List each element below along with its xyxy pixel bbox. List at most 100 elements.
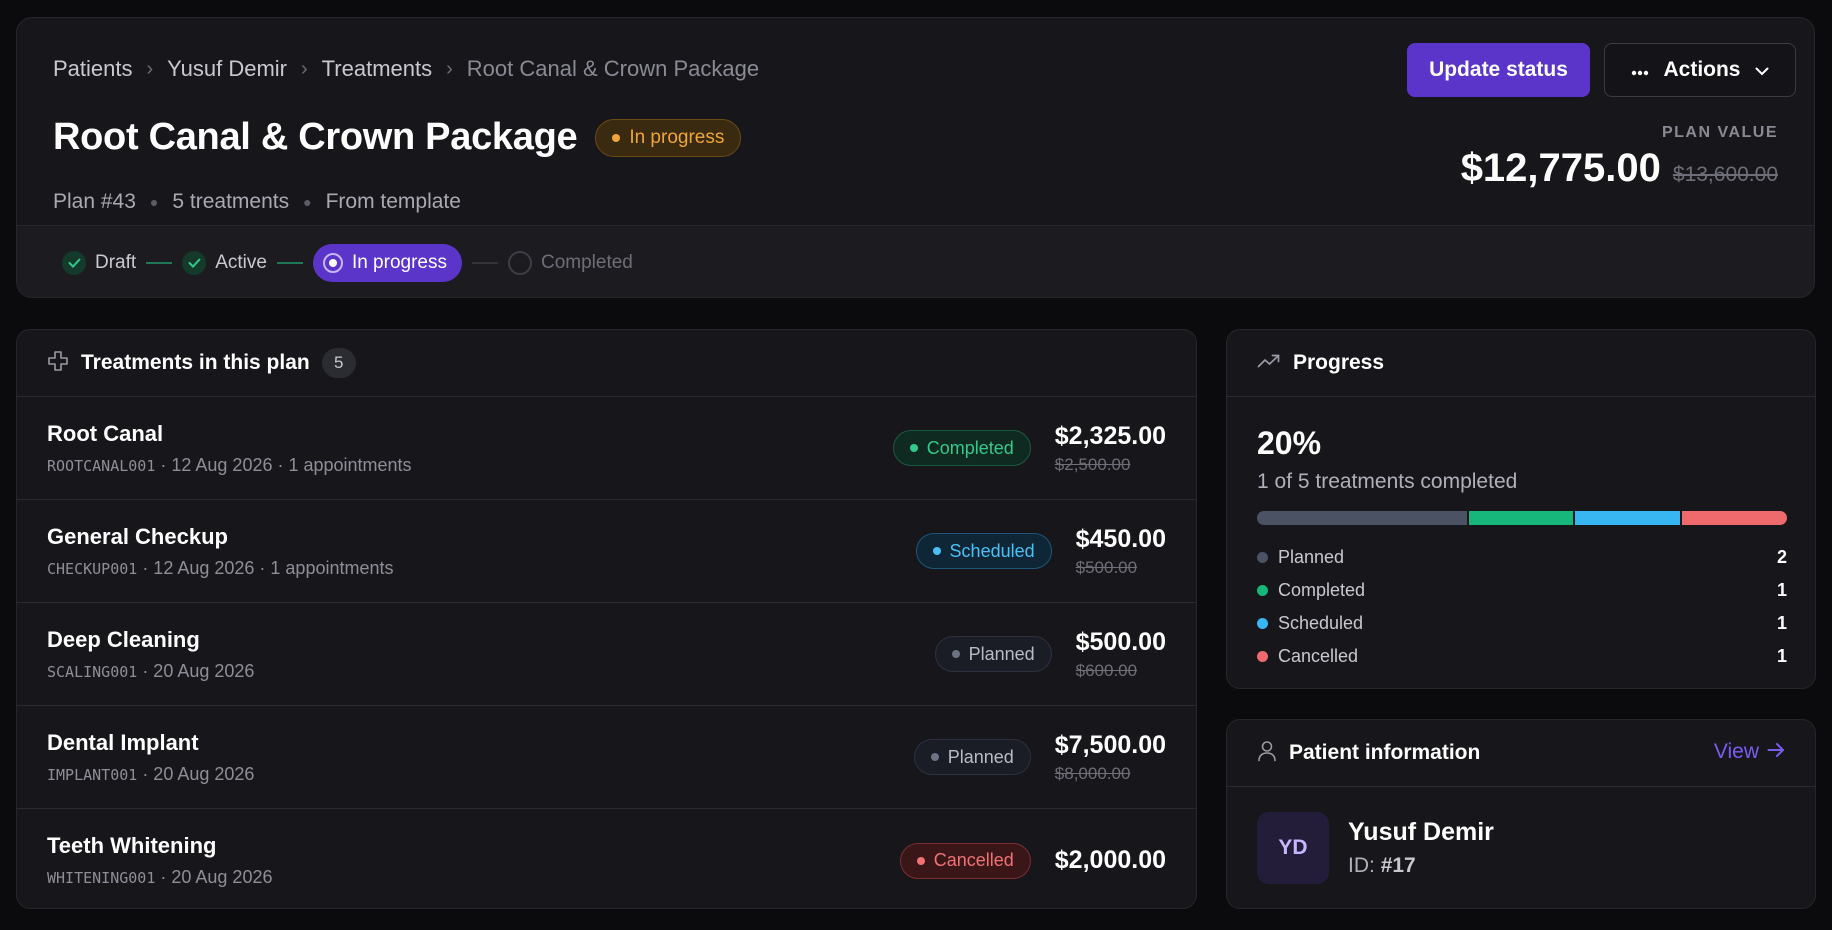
treatment-name: Root Canal: [47, 421, 164, 446]
step-connector: [471, 261, 498, 264]
treatment-details: · 20 Aug 2026: [137, 764, 255, 784]
treatment-code: CHECKUP001: [47, 560, 138, 578]
treatment-row[interactable]: Root Canal ROOTCANAL001 · 12 Aug 2026 · …: [17, 397, 1196, 500]
plan-value: $12,775.00: [1460, 146, 1661, 190]
treatment-meta: SCALING001 · 20 Aug 2026: [47, 661, 254, 682]
legend-count: 2: [1776, 547, 1787, 567]
patient-card-title: Patient information: [1289, 741, 1481, 764]
treatments-card-header: Treatments in this plan 5: [17, 330, 1196, 397]
plan-value-row: $12,775.00 $13,600.00: [1461, 146, 1778, 191]
patient-id: ID: #17: [1348, 854, 1416, 878]
arrow-right-icon: [1767, 740, 1785, 764]
treatment-row[interactable]: Teeth Whitening WHITENING001 · 20 Aug 20…: [17, 809, 1196, 908]
legend-item-cancelled: Cancelled 1: [1257, 640, 1787, 673]
legend-count: 1: [1776, 613, 1787, 633]
treatment-name: Deep Cleaning: [47, 627, 200, 652]
current-step-icon: [322, 252, 343, 273]
treatment-code: SCALING001: [47, 663, 138, 681]
step-completed: Completed: [507, 250, 633, 275]
patient-name: Yusuf Demir: [1348, 818, 1494, 846]
price-column: $450.00 $500.00: [1076, 525, 1166, 578]
progress-segment-planned: [1257, 511, 1467, 525]
breadcrumb-treatments[interactable]: Treatments: [322, 56, 432, 82]
price-column: $2,000.00: [1055, 846, 1166, 875]
status-badge-label: In progress: [629, 126, 725, 148]
plan-number: Plan #43: [53, 190, 136, 213]
treatment-code: IMPLANT001: [47, 766, 138, 784]
status-badge: Planned: [934, 636, 1052, 672]
status-dot-icon: [932, 547, 941, 555]
status-badge-label: Scheduled: [949, 540, 1035, 561]
treatment-price: $500.00: [1075, 627, 1166, 656]
legend-dot-icon: [1257, 585, 1268, 596]
view-patient-link[interactable]: View: [1714, 740, 1785, 764]
plus-cross-icon: [47, 350, 69, 377]
check-icon: [182, 250, 207, 275]
progress-bar: [1257, 511, 1787, 525]
status-dot-icon: [951, 650, 960, 658]
treatment-meta: ROOTCANAL001 · 12 Aug 2026 · 1 appointme…: [47, 455, 412, 476]
breadcrumb-patient[interactable]: Yusuf Demir: [167, 56, 287, 82]
status-badge: Planned: [913, 739, 1031, 775]
treatment-name: Dental Implant: [47, 730, 199, 755]
legend-count: 1: [1776, 646, 1787, 666]
treatment-meta: IMPLANT001 · 20 Aug 2026: [47, 764, 254, 785]
treatments-card: Treatments in this plan 5 Root Canal ROO…: [16, 329, 1197, 909]
treatment-code: WHITENING001: [47, 869, 156, 887]
status-badge-label: Cancelled: [933, 850, 1014, 870]
treatment-details: · 12 Aug 2026 · 1 appointments: [155, 455, 412, 475]
legend-dot-icon: [1257, 651, 1268, 662]
breadcrumb-patients[interactable]: Patients: [53, 56, 133, 82]
legend-label: Cancelled: [1278, 646, 1359, 666]
page-title: Root Canal & Crown Package: [53, 116, 578, 158]
treatment-details: · 20 Aug 2026: [155, 867, 273, 887]
treatment-row[interactable]: General Checkup CHECKUP001 · 12 Aug 2026…: [17, 500, 1196, 603]
separator-dot-icon: ●: [149, 194, 159, 210]
treatment-original-price: $500.00: [1075, 557, 1138, 577]
actions-button[interactable]: Actions: [1604, 43, 1796, 97]
treatment-original-price: $8,000.00: [1054, 763, 1131, 783]
step-draft: Draft: [62, 250, 136, 275]
trending-up-icon: [1257, 353, 1281, 374]
progress-segment-cancelled: [1682, 511, 1787, 525]
patient-info-card: Patient information View YD Yusuf Demir …: [1226, 719, 1816, 909]
treatments-card-title: Treatments in this plan: [81, 351, 310, 374]
user-icon: [1257, 740, 1277, 767]
legend-label: Scheduled: [1278, 613, 1364, 633]
price-column: $7,500.00 $8,000.00: [1055, 731, 1166, 784]
treatment-original-price: $2,500.00: [1054, 454, 1131, 474]
chevron-down-icon: [1755, 58, 1769, 82]
title-row: Root Canal & Crown Package In progress: [53, 116, 742, 159]
step-connector: [146, 261, 173, 264]
actions-label: Actions: [1663, 58, 1741, 81]
update-status-button[interactable]: Update status: [1407, 43, 1590, 97]
legend-item-planned: Planned 2: [1257, 541, 1787, 574]
treatments-count: 5 treatments: [172, 190, 290, 213]
plan-meta: Plan #43 ● 5 treatments ● From template: [53, 190, 461, 214]
plan-header-card: Patients › Yusuf Demir › Treatments › Ro…: [16, 17, 1815, 298]
chevron-right-icon: ›: [446, 57, 453, 80]
treatment-price: $2,000.00: [1054, 846, 1166, 874]
treatment-name: General Checkup: [47, 524, 228, 549]
progress-summary: 1 of 5 treatments completed: [1257, 470, 1518, 493]
pending-step-icon: [507, 250, 532, 275]
treatment-row[interactable]: Deep Cleaning SCALING001 · 20 Aug 2026 P…: [17, 603, 1196, 706]
status-stepper: Draft Active In progress Completed: [17, 225, 1814, 297]
progress-segment-scheduled: [1575, 511, 1681, 525]
treatment-code: ROOTCANAL001: [47, 457, 156, 475]
price-column: $500.00 $600.00: [1076, 628, 1166, 681]
treatment-details: · 20 Aug 2026: [137, 661, 255, 681]
status-badge-label: Planned: [947, 746, 1014, 767]
step-label: In progress: [351, 251, 447, 273]
legend-label: Completed: [1278, 580, 1366, 600]
breadcrumb: Patients › Yusuf Demir › Treatments › Ro…: [53, 56, 759, 82]
status-dot-icon: [916, 856, 925, 865]
treatment-row[interactable]: Dental Implant IMPLANT001 · 20 Aug 2026 …: [17, 706, 1196, 809]
status-badge: In progress: [595, 118, 742, 157]
status-badge: Scheduled: [915, 533, 1052, 569]
treatment-name: Teeth Whitening: [47, 833, 217, 858]
progress-card-header: Progress: [1227, 330, 1815, 397]
plan-source: From template: [325, 190, 461, 213]
step-active: Active: [182, 250, 267, 275]
status-dot-icon: [930, 753, 939, 761]
